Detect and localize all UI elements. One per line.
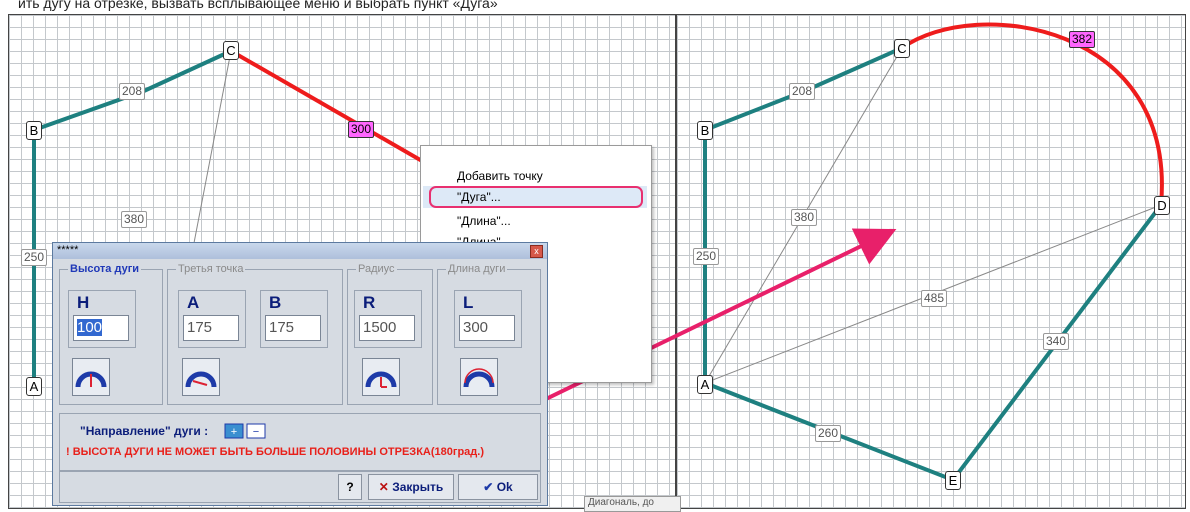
- group-title-radius: Радиус: [356, 262, 397, 276]
- right-shape: [703, 22, 1164, 483]
- selected-edge-cd: [230, 49, 430, 167]
- menu-item-highlight-frame: [429, 186, 643, 208]
- edge-label-bc[interactable]: 208: [119, 83, 146, 100]
- close-dialog-button[interactable]: ✕ Закрыть: [368, 474, 454, 500]
- ok-button-label: Ok: [496, 480, 513, 494]
- button-row: ? ✕ Закрыть ✔ Ok: [59, 471, 541, 503]
- help-button[interactable]: ?: [338, 474, 362, 500]
- length-input[interactable]: 300: [459, 315, 515, 341]
- field-letter-l: L: [463, 293, 474, 312]
- group-radius: Радиус R 1500: [347, 262, 433, 405]
- arc-length-icon-button[interactable]: [460, 358, 498, 396]
- close-button-label: Закрыть: [392, 480, 444, 494]
- group-arc-length: Длина дуги L 300: [437, 262, 541, 405]
- vertex-a[interactable]: A: [26, 377, 42, 396]
- ok-button[interactable]: ✔ Ok: [458, 474, 538, 500]
- group-title-height: Высота дуги: [68, 262, 142, 276]
- cross-icon: ✕: [378, 480, 389, 494]
- edge-label-ae[interactable]: 260: [815, 425, 842, 442]
- edge-label-ab[interactable]: 250: [21, 249, 48, 266]
- menu-item-length[interactable]: "Длина"...: [457, 211, 511, 231]
- vertex-d[interactable]: D: [1154, 196, 1170, 215]
- check-icon: ✔: [483, 480, 494, 494]
- field-height: H 100: [68, 290, 136, 348]
- group-title-third-point: Третья точка: [176, 262, 246, 276]
- group-arc-height: Высота дуги H 100: [59, 262, 163, 405]
- edge-label-de[interactable]: 340: [1043, 333, 1070, 350]
- vertex-c[interactable]: C: [223, 41, 239, 60]
- edge-label-ac[interactable]: 380: [791, 209, 818, 226]
- field-b: B 175: [260, 290, 328, 348]
- edge-label-ab[interactable]: 250: [693, 248, 720, 265]
- close-icon[interactable]: x: [530, 245, 543, 258]
- field-length: L 300: [454, 290, 522, 348]
- group-third-point: Третья точка A 175 B 175: [167, 262, 343, 405]
- edge-label-ad[interactable]: 485: [921, 290, 948, 307]
- field-a: A 175: [178, 290, 246, 348]
- field-letter-b: B: [269, 293, 282, 312]
- vertex-c[interactable]: C: [894, 39, 910, 58]
- edge-label-cd[interactable]: 382: [1069, 31, 1096, 48]
- svg-text:+: +: [231, 426, 237, 438]
- direction-row: "Направление" дуги : + − ! ВЫСОТА ДУГИ Н…: [59, 413, 541, 471]
- vertex-b[interactable]: B: [697, 121, 713, 140]
- svg-text:−: −: [253, 426, 259, 438]
- field-letter-h: H: [77, 293, 90, 312]
- field-letter-r: R: [363, 293, 376, 312]
- vertex-a[interactable]: A: [697, 375, 713, 394]
- status-text: Диагональ, до: [584, 496, 681, 512]
- polygon-edges: [703, 46, 1163, 483]
- third-point-icon-button[interactable]: [182, 358, 220, 396]
- height-input[interactable]: 100: [73, 315, 129, 341]
- edge-label-ac[interactable]: 380: [121, 211, 148, 228]
- menu-item-add-point[interactable]: Добавить точку: [457, 166, 543, 186]
- warning-text: ! ВЫСОТА ДУГИ НЕ МОЖЕТ БЫТЬ БОЛЬШЕ ПОЛОВ…: [66, 446, 484, 458]
- b-input[interactable]: 175: [265, 315, 321, 341]
- group-title-arc-length: Длина дуги: [446, 262, 508, 276]
- vertex-e[interactable]: E: [945, 471, 961, 490]
- instruction-caption: ить дугу на отрезке, вызвать всплывающее…: [18, 0, 498, 11]
- edge-label-cd[interactable]: 300: [348, 121, 375, 138]
- right-canvas[interactable]: C B D A E 208 382 380 250 485 340 260: [676, 14, 1186, 509]
- direction-label: "Направление" дуги :: [80, 424, 209, 438]
- arc-cd: [900, 22, 1164, 206]
- a-input[interactable]: 175: [183, 315, 239, 341]
- arc-height-icon-button[interactable]: [72, 358, 110, 396]
- direction-icons: + −: [224, 422, 266, 443]
- radius-input[interactable]: 1500: [359, 315, 415, 341]
- dialog-title: *****: [53, 243, 547, 259]
- edge-label-bc[interactable]: 208: [789, 83, 816, 100]
- field-radius: R 1500: [354, 290, 422, 348]
- radius-icon-button[interactable]: [362, 358, 400, 396]
- vertex-b[interactable]: B: [26, 121, 42, 140]
- arc-dialog: ***** x Высота дуги H 100 Третья точка A…: [52, 242, 548, 506]
- field-letter-a: A: [187, 293, 200, 312]
